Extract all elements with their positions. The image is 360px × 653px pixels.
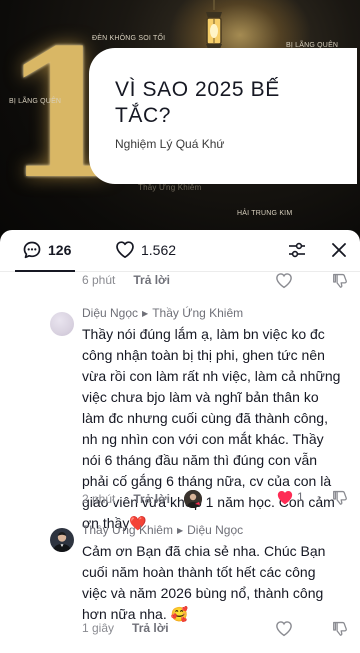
creator-liked-avatar xyxy=(183,490,202,508)
comment-item: Thầy Ứng Khiêm ▶ Diệu Ngọc Cảm ơn Bạn đã… xyxy=(82,523,344,625)
video-title-card: VÌ SAO 2025 BẾ TẮC? Nghiệm Lý Quá Khứ xyxy=(89,48,357,184)
comment-meta: 2 phút Trả lời xyxy=(82,490,202,508)
dislike-button[interactable] xyxy=(329,269,351,291)
reply-arrow-icon: ▶ xyxy=(142,308,149,318)
reply-arrow-icon: ▶ xyxy=(176,525,184,535)
comment-author[interactable]: Diệu Ngọc xyxy=(82,306,138,320)
comment-emoji: 🥰 xyxy=(170,606,189,622)
comments-sheet: 126 1.562 6 phút Trả lời Diệu Ngọc ▶ Thầ… xyxy=(0,230,360,653)
reply-to-name[interactable]: Thầy Ứng Khiêm xyxy=(152,306,243,320)
heart-outline-icon xyxy=(276,272,292,288)
heart-filled-icon xyxy=(277,490,293,504)
like-button[interactable] xyxy=(273,269,295,291)
sheet-header: 126 1.562 xyxy=(0,230,360,272)
heart-icon xyxy=(116,241,134,259)
thumbs-down-icon xyxy=(332,490,347,505)
comment-time: 6 phút xyxy=(82,273,116,287)
reply-button[interactable]: Trả lời xyxy=(133,273,170,287)
comment-icon xyxy=(23,241,41,259)
comment-text: Cảm ơn Bạn đã chia sẻ nha. Chúc Bạn cuối… xyxy=(82,541,344,625)
overlay-text: BỊ LÃNG QUÊN xyxy=(9,98,62,105)
comment-meta: 6 phút Trả lời xyxy=(82,273,170,287)
comment-time: 1 giây xyxy=(82,621,115,635)
tab-comments[interactable]: 126 xyxy=(22,240,71,260)
heart-outline-icon xyxy=(276,620,292,636)
close-icon xyxy=(332,243,346,257)
video-title: VÌ SAO 2025 BẾ TẮC? xyxy=(115,78,280,127)
comment-author-line: Thầy Ứng Khiêm ▶ Diệu Ngọc xyxy=(82,523,344,537)
thumbs-down-icon xyxy=(332,273,347,288)
thumbs-down-icon xyxy=(332,621,347,636)
comment-like-count: 1 xyxy=(297,490,304,504)
close-button[interactable] xyxy=(328,239,350,261)
dislike-button[interactable] xyxy=(329,617,351,639)
reply-to-name[interactable]: Diệu Ngọc xyxy=(187,523,243,537)
avatar[interactable] xyxy=(50,528,74,552)
video-subtitle: Nghiệm Lý Quá Khứ xyxy=(115,137,225,151)
filter-button[interactable] xyxy=(286,239,308,261)
reply-button[interactable]: Trả lời xyxy=(132,621,169,635)
overlay-text: ĐÈN KHÔNG SOI TỐI xyxy=(92,35,166,42)
creator-avatar-icon xyxy=(183,490,202,508)
comment-meta: 1 giây Trả lời xyxy=(82,621,169,635)
comment-author-line: Diệu Ngọc ▶ Thầy Ứng Khiêm xyxy=(82,306,344,320)
tab-likes[interactable]: 1.562 xyxy=(115,240,176,259)
dislike-button[interactable] xyxy=(329,486,351,508)
avatar[interactable] xyxy=(50,312,74,336)
avatar-image xyxy=(50,528,74,552)
sliders-icon xyxy=(289,242,305,258)
like-button[interactable] xyxy=(273,617,295,639)
like-button-active[interactable]: 1 xyxy=(276,486,312,508)
comment-count: 126 xyxy=(48,242,72,258)
comment-author[interactable]: Thầy Ứng Khiêm xyxy=(82,523,173,537)
overlay-text: Thầy Ứng Khiêm xyxy=(138,183,202,192)
like-count: 1.562 xyxy=(141,241,177,258)
video-player[interactable]: 1 ĐÈN KHÔNG SOI TỐI BỊ LÃNG QUÊN BỊ LÃNG… xyxy=(0,0,360,262)
comment-text-content: Cảm ơn Bạn đã chia sẻ nha. Chúc Bạn cuối… xyxy=(82,543,326,622)
overlay-text: HẢI TRUNG KIM xyxy=(237,210,293,217)
reply-button[interactable]: Trả lời xyxy=(133,492,170,506)
active-tab-indicator xyxy=(15,270,75,272)
comment-time: 2 phút xyxy=(82,492,116,506)
